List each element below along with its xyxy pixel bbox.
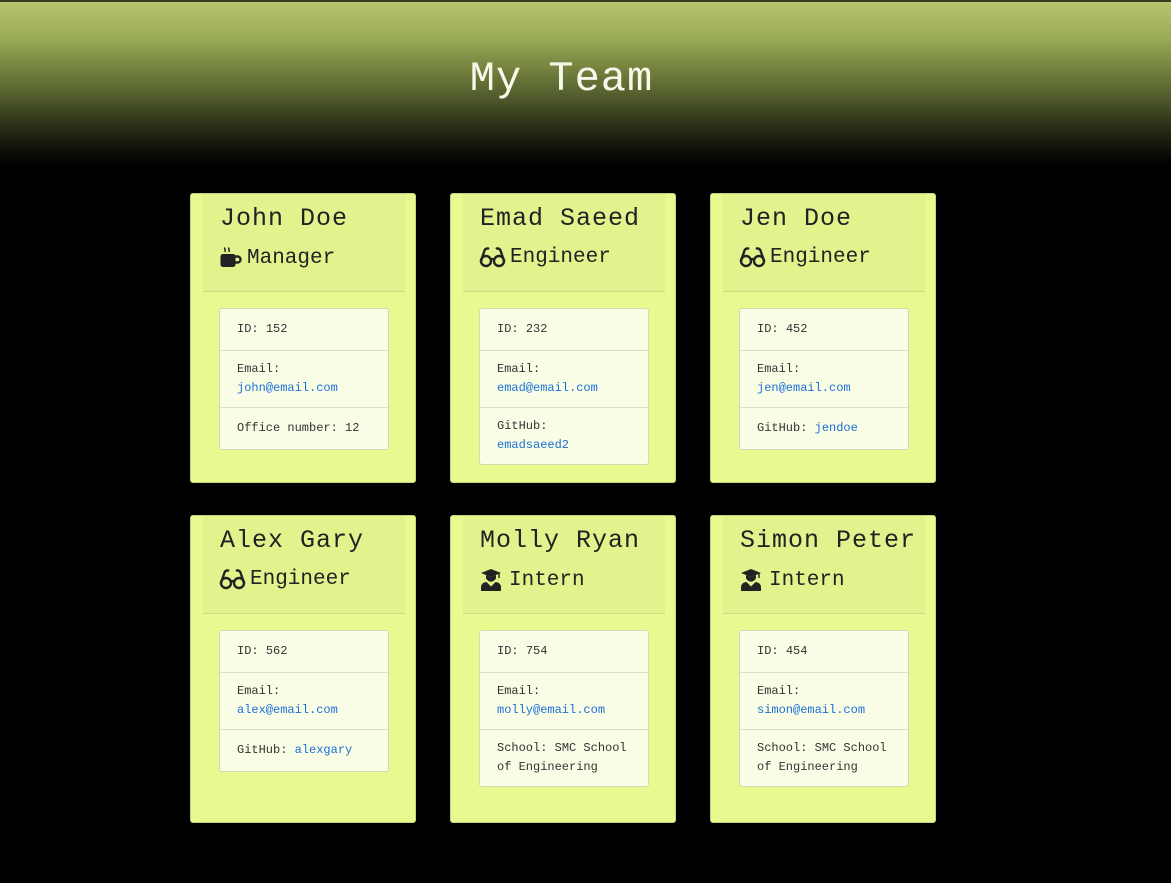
employee-info-list: ID: 152 Email: john@email.com Office numb… <box>219 308 389 450</box>
glasses-icon <box>479 247 506 268</box>
school-item: School: SMC School of Engineering <box>757 741 887 774</box>
email-link[interactable]: simon@email.com <box>757 703 865 717</box>
id-item: ID: 562 <box>220 631 388 673</box>
employee-card: Alex Gary Engineer ID: 562 Email: alex@em… <box>190 515 416 823</box>
employee-name: Simon Peter <box>740 526 917 555</box>
email-item: Email: jen@email.com <box>740 351 908 408</box>
employee-card: Emad Saeed Engineer ID: 232 Email: emad@e… <box>450 193 676 483</box>
github-item: GitHub: jendoe <box>757 421 858 435</box>
id-value: 232 <box>525 322 548 336</box>
id-value: 152 <box>265 322 288 336</box>
employee-role: Engineer <box>479 246 611 268</box>
employee-role: Manager <box>219 246 335 270</box>
employee-role: Engineer <box>739 246 871 268</box>
employee-info-list: ID: 562 Email: alex@email.com GitHub: ale… <box>219 630 389 772</box>
employee-info-list: ID: 754 Email: molly@email.com School: SM… <box>479 630 649 787</box>
email-link[interactable]: john@email.com <box>237 381 338 395</box>
employee-name: Jen Doe <box>740 204 853 233</box>
page-header: My Team <box>0 0 1171 165</box>
office-item: Office number: 12 <box>237 421 360 435</box>
github-link[interactable]: jendoe <box>815 421 858 435</box>
github-item: GitHub: emadsaeed2 <box>497 419 570 452</box>
card-header: Alex Gary Engineer <box>203 516 405 614</box>
email-link[interactable]: molly@email.com <box>497 703 605 717</box>
email-link[interactable]: alex@email.com <box>237 703 338 717</box>
school-item: School: SMC School of Engineering <box>497 741 627 774</box>
glasses-icon <box>739 247 766 268</box>
employee-role: Intern <box>739 568 845 592</box>
id-item: ID: 754 <box>480 631 648 673</box>
role-label: Engineer <box>770 245 871 269</box>
id-value: 754 <box>525 644 548 658</box>
email-item: Email: simon@email.com <box>740 673 908 730</box>
employee-name: John Doe <box>220 204 349 233</box>
employee-card: Jen Doe Engineer ID: 452 Email: jen@email… <box>710 193 936 483</box>
github-link[interactable]: emadsaeed2 <box>497 438 569 452</box>
employee-role: Engineer <box>219 568 351 590</box>
id-item: ID: 454 <box>740 631 908 673</box>
office-value: 12 <box>345 421 360 435</box>
employee-card: Molly Ryan Intern ID: 754 Email: molly@em… <box>450 515 676 823</box>
email-item: Email: john@email.com <box>220 351 388 408</box>
email-item: Email: emad@email.com <box>480 351 648 408</box>
employee-info-list: ID: 232 Email: emad@email.com GitHub: emad… <box>479 308 649 465</box>
email-item: Email: alex@email.com <box>220 673 388 730</box>
github-item: GitHub: alexgary <box>237 743 353 757</box>
email-link[interactable]: emad@email.com <box>497 381 598 395</box>
coffee-icon <box>220 247 242 267</box>
id-value: 454 <box>785 644 808 658</box>
role-label: Intern <box>509 568 585 592</box>
employee-info-list: ID: 452 Email: jen@email.com GitHub: jend… <box>739 308 909 450</box>
employee-card: Simon Peter Intern ID: 454 Email: simon@e… <box>710 515 936 823</box>
email-item: Email: molly@email.com <box>480 673 648 730</box>
card-header: Molly Ryan Intern <box>463 516 665 614</box>
id-item: ID: 452 <box>740 309 908 351</box>
role-label: Engineer <box>250 567 351 591</box>
id-item: ID: 232 <box>480 309 648 351</box>
card-header: Simon Peter Intern <box>723 516 925 614</box>
card-header: Emad Saeed Engineer <box>463 194 665 292</box>
glasses-icon <box>219 569 246 590</box>
id-value: 452 <box>785 322 808 336</box>
github-link[interactable]: alexgary <box>295 743 353 757</box>
employee-name: Molly Ryan <box>480 526 641 555</box>
graduate-icon <box>481 569 501 591</box>
employee-name: Alex Gary <box>220 526 365 555</box>
email-link[interactable]: jen@email.com <box>757 381 851 395</box>
id-item: ID: 152 <box>220 309 388 351</box>
graduate-icon <box>741 569 761 591</box>
employee-role: Intern <box>479 568 585 592</box>
card-header: Jen Doe Engineer <box>723 194 925 292</box>
role-label: Engineer <box>510 245 611 269</box>
role-label: Manager <box>247 246 336 270</box>
employee-card: John Doe Manager ID: 152 Email: john@emai… <box>190 193 416 483</box>
card-header: John Doe Manager <box>203 194 405 292</box>
role-label: Intern <box>769 568 845 592</box>
employee-name: Emad Saeed <box>480 204 641 233</box>
page-title: My Team <box>469 55 654 103</box>
employee-info-list: ID: 454 Email: simon@email.com School: SM… <box>739 630 909 787</box>
id-value: 562 <box>265 644 288 658</box>
